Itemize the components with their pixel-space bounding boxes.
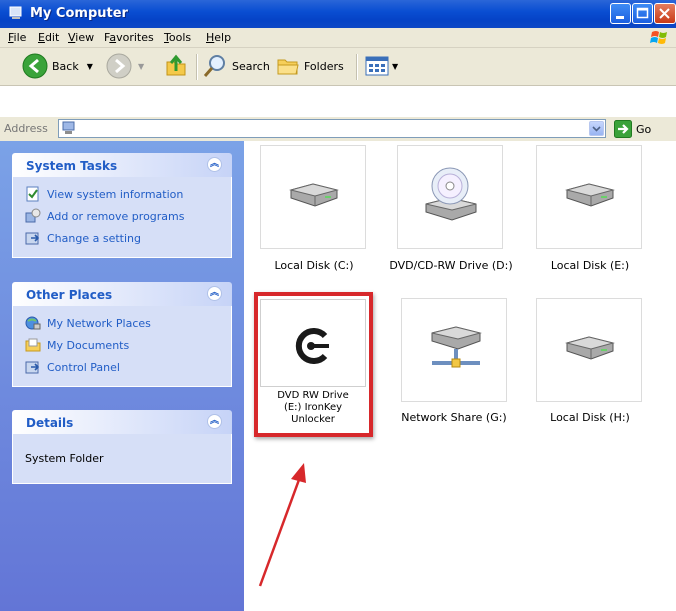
go-button[interactable]: Go [614,120,651,138]
menu-favorites[interactable]: Favorites [104,31,154,44]
place-control-panel[interactable]: Control Panel [25,356,221,378]
details-panel: Details ︽ System Folder [12,410,232,484]
views-dropdown-icon[interactable]: ▼ [392,62,398,71]
maximize-icon [636,7,649,19]
close-button[interactable] [654,3,676,24]
other-places-panel: Other Places ︽ My Network Places My Docu… [12,282,232,387]
back-dropdown-icon[interactable]: ▼ [87,62,93,71]
task-add-remove-programs[interactable]: Add or remove programs [25,205,221,227]
highlight-box [254,292,373,437]
address-input[interactable] [58,119,606,138]
place-my-network-places[interactable]: My Network Places [25,312,221,334]
hard-disk-icon [565,336,615,360]
annotation-arrow-icon [258,463,306,587]
task-view-system-info[interactable]: View system information [25,183,221,205]
system-info-icon [26,186,39,202]
network-places-icon [25,316,41,330]
back-arrow-icon [22,53,48,79]
folders-button[interactable]: Folders [276,52,344,80]
place-my-documents[interactable]: My Documents [25,334,221,356]
add-remove-programs-icon [25,208,41,223]
address-label: Address [4,122,48,135]
menu-file[interactable]: File [8,31,26,44]
search-icon [203,55,225,77]
forward-dropdown-icon: ▼ [138,61,145,71]
task-change-setting[interactable]: Change a setting [25,227,221,249]
my-computer-icon [9,6,22,19]
chevron-down-icon [592,126,601,132]
details-header[interactable]: Details ︽ [12,410,232,434]
minimize-button[interactable] [610,3,631,24]
my-computer-small-icon [62,121,75,134]
address-bar: Address Go [0,117,676,141]
up-folder-icon [166,54,186,76]
menu-bar: File Edit View Favorites Tools Help [0,28,676,48]
go-arrow-icon [614,120,632,138]
collapse-icon[interactable]: ︽ [207,414,222,429]
up-folder-button[interactable] [164,52,188,80]
forward-arrow-icon [106,53,132,79]
details-text: System Folder [25,452,104,465]
collapse-icon[interactable]: ︽ [207,286,222,301]
cd-drive-icon [425,167,477,221]
folders-icon [277,59,299,75]
search-button[interactable]: Search [202,52,270,80]
maximize-button[interactable] [632,3,653,24]
toolbar: Back ▼ ▼ Search Folders ▼ [0,48,676,86]
window-title: My Computer [30,6,128,21]
menu-edit[interactable]: Edit [38,31,59,44]
back-button[interactable]: Back ▼ [22,52,93,80]
forward-button[interactable]: ▼ [106,52,144,80]
system-tasks-header[interactable]: System Tasks ︽ [12,153,232,177]
control-panel-icon [25,232,40,245]
views-icon [365,56,389,76]
menu-help[interactable]: Help [206,31,231,44]
my-documents-icon [25,338,41,352]
network-drive-icon [431,326,482,368]
menu-tools[interactable]: Tools [164,31,191,44]
address-dropdown-button[interactable] [589,121,604,136]
hard-disk-icon [289,183,339,207]
control-panel-icon [25,361,40,374]
hard-disk-icon [565,183,615,207]
system-tasks-panel: System Tasks ︽ View system information A… [12,153,232,258]
minimize-icon [616,16,624,19]
views-button[interactable]: ▼ [364,52,398,80]
other-places-header[interactable]: Other Places ︽ [12,282,232,306]
collapse-icon[interactable]: ︽ [207,157,222,172]
windows-logo-icon [650,31,667,44]
close-icon [659,8,670,19]
menu-view[interactable]: View [68,31,94,44]
task-pane: System Tasks ︽ View system information A… [0,141,244,611]
title-bar[interactable]: My Computer [0,0,676,28]
